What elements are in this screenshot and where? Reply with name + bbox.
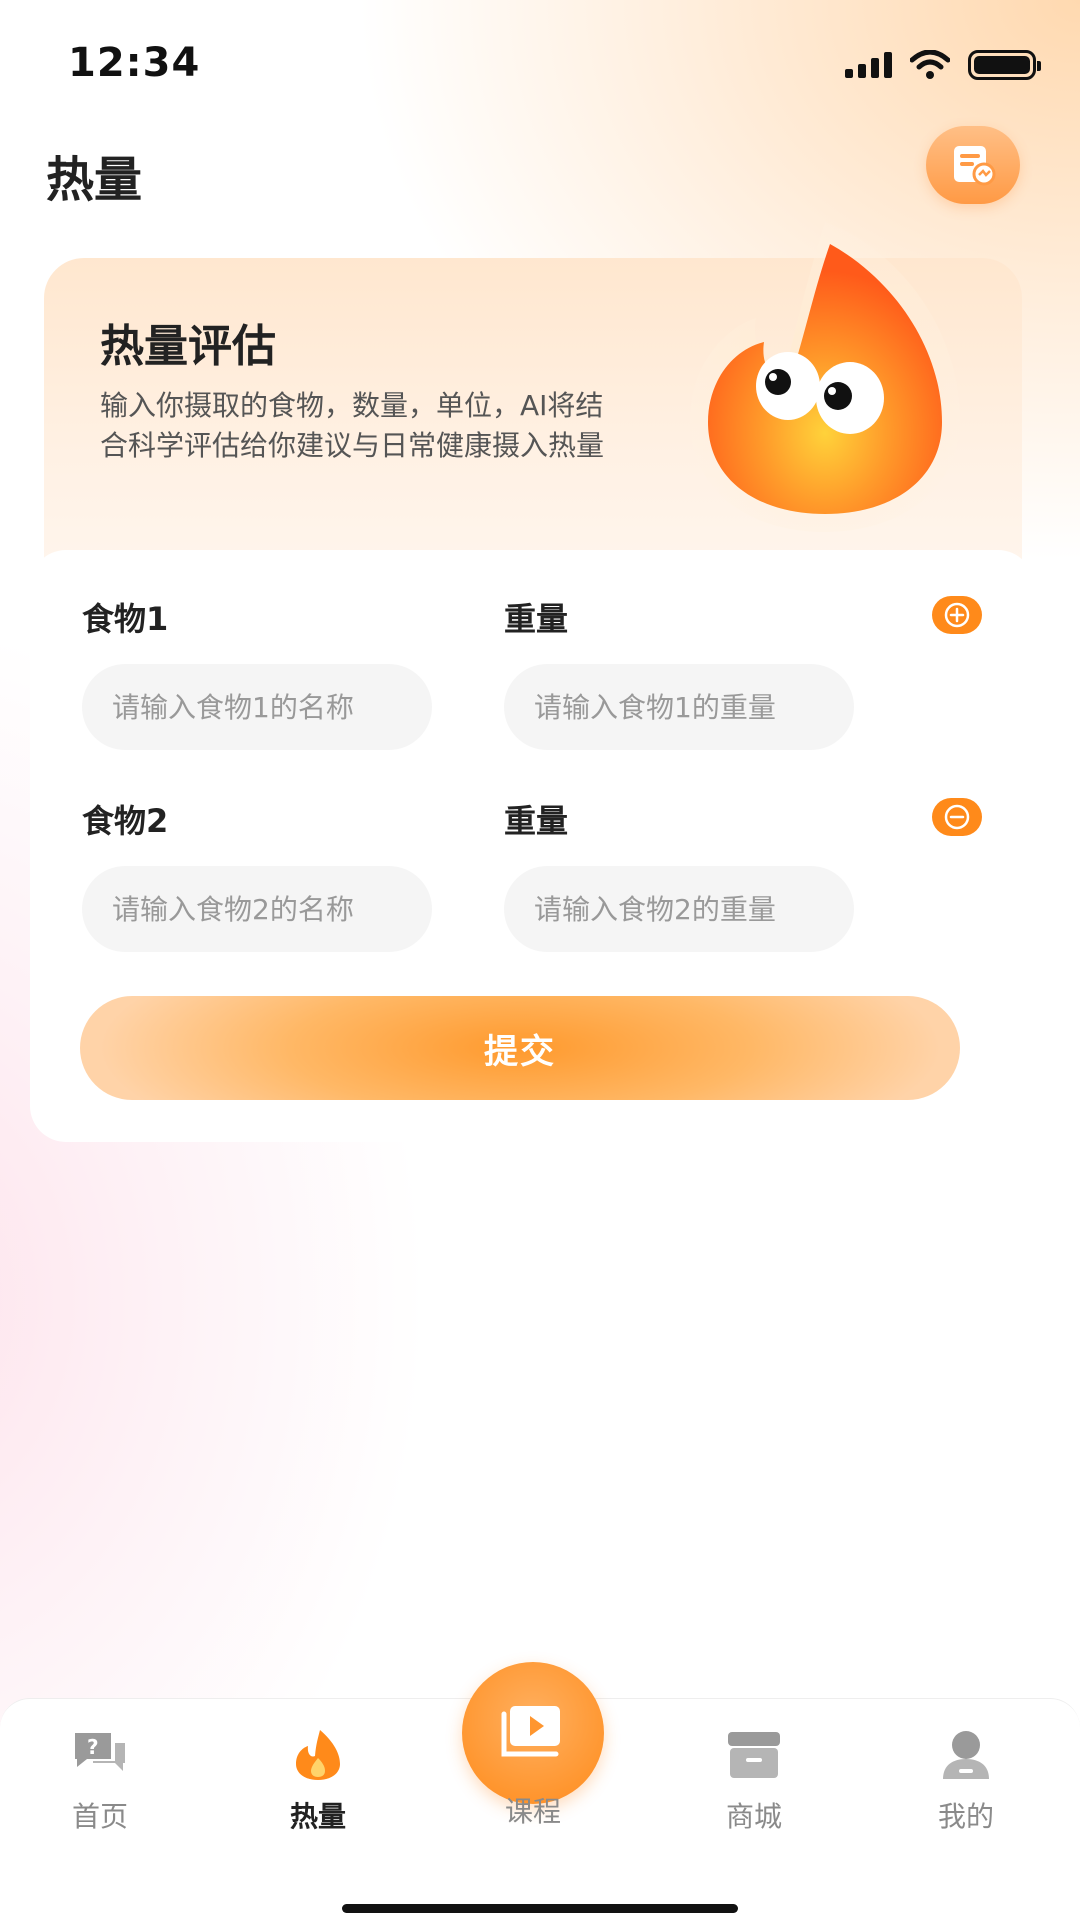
wifi-icon <box>910 50 950 79</box>
home-indicator <box>342 1904 738 1913</box>
tab-label-store: 商城 <box>725 1800 782 1833</box>
plus-icon <box>944 602 970 628</box>
battery-icon <box>968 50 1041 80</box>
tab-home[interactable]: ? 首页 <box>30 1727 170 1835</box>
food-weight-input-2[interactable] <box>504 866 854 952</box>
record-report-icon <box>954 146 996 186</box>
add-food-button[interactable] <box>932 596 982 634</box>
flame-mascot-icon <box>690 222 960 532</box>
food-entry-form: 食物1 重量 食物2 重量 提交 <box>30 550 1034 1142</box>
store-icon <box>724 1727 784 1783</box>
qa-chat-icon: ? <box>70 1727 130 1783</box>
tab-calories[interactable]: 热量 <box>248 1727 388 1835</box>
tab-label-calories: 热量 <box>289 1800 346 1833</box>
food-name-input-2[interactable] <box>82 866 432 952</box>
tab-profile[interactable]: 我的 <box>896 1727 1036 1835</box>
food-name-input-1[interactable] <box>82 664 432 750</box>
submit-button[interactable]: 提交 <box>80 996 960 1100</box>
remove-food-button[interactable] <box>932 798 982 836</box>
history-button[interactable] <box>926 126 1020 204</box>
banner-description: 输入你摄取的食物，数量，单位，AI将结合科学评估给你建议与日常健康摄入热量 <box>100 389 605 462</box>
status-time: 12:34 <box>68 40 201 86</box>
tab-store[interactable]: 商城 <box>684 1727 824 1835</box>
weight-label-1: 重量 <box>504 600 569 638</box>
cellular-signal-icon <box>845 52 892 78</box>
food-weight-input-1[interactable] <box>504 664 854 750</box>
tab-label-home: 首页 <box>71 1800 128 1833</box>
tab-label-profile: 我的 <box>937 1800 994 1833</box>
status-icons <box>845 48 1041 82</box>
tab-course[interactable] <box>462 1662 604 1804</box>
flame-icon <box>288 1727 348 1783</box>
page-title: 热量 <box>46 152 143 208</box>
food-label-2: 食物2 <box>82 802 169 840</box>
status-bar: 12:34 <box>0 0 1080 130</box>
minus-icon <box>944 804 970 830</box>
banner-title: 热量评估 <box>100 321 276 372</box>
user-icon <box>936 1727 996 1783</box>
weight-label-2: 重量 <box>504 802 569 840</box>
video-course-icon <box>501 1706 560 1757</box>
tab-label-course: 课程 <box>504 1795 561 1828</box>
svg-text:?: ? <box>87 1735 99 1759</box>
food-label-1: 食物1 <box>82 600 169 638</box>
